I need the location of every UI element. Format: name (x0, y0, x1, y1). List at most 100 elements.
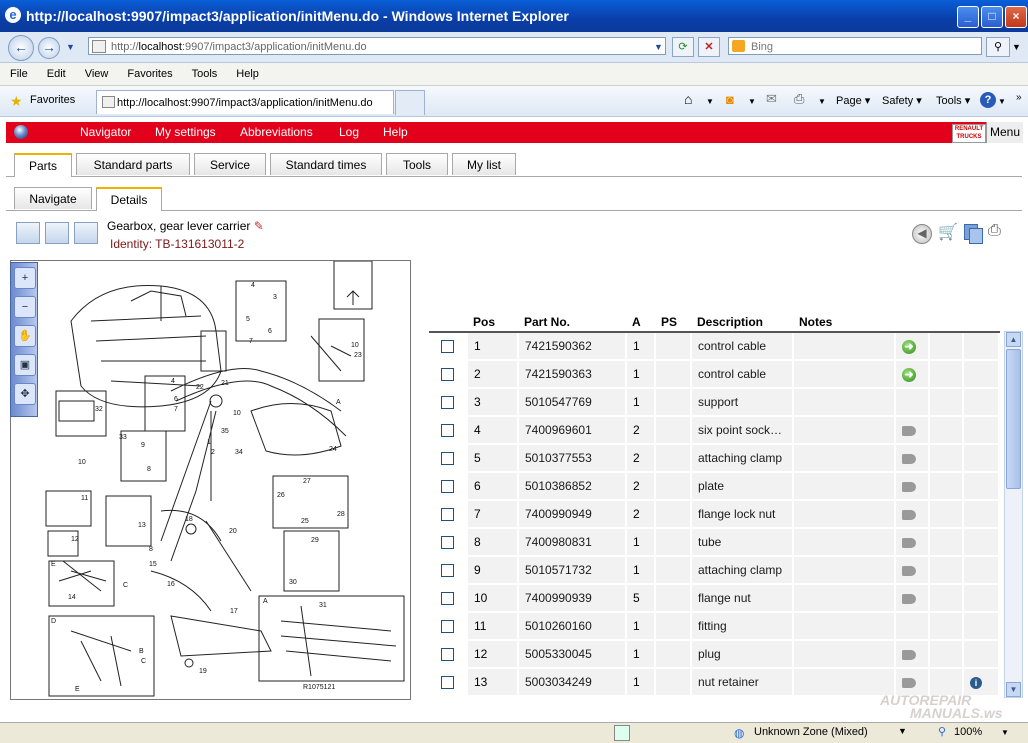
browser-tab[interactable]: http://localhost:9907/impact3/applicatio… (96, 90, 394, 114)
table-row[interactable]: 11 5010260160 1 fitting (429, 612, 1000, 641)
tab-my-list[interactable]: My list (452, 153, 516, 175)
safety-menu-button[interactable]: Safety ▾ (882, 94, 922, 107)
row-checkbox[interactable] (441, 452, 454, 466)
search-input[interactable]: Bing (728, 37, 982, 55)
home-icon[interactable]: ⌂ (684, 91, 692, 107)
zoom-in-icon[interactable]: + (14, 267, 36, 289)
table-row[interactable]: 1 7421590362 1 control cable ➜ (429, 332, 1000, 361)
nav-log[interactable]: Log (339, 125, 359, 139)
edit-note-icon[interactable]: ✎ (254, 219, 264, 233)
print-dropdown-icon[interactable]: ▼ (818, 97, 826, 106)
zoom-dropdown-icon[interactable]: ▼ (1001, 728, 1009, 737)
part-info-icon[interactable] (902, 425, 916, 436)
table-row[interactable]: 9 5010571732 1 attaching clamp (429, 556, 1000, 585)
nav-navigator[interactable]: Navigator (80, 125, 131, 139)
table-row[interactable]: 4 7400969601 2 six point sock… (429, 416, 1000, 445)
tab-details[interactable]: Details (96, 187, 162, 211)
scroll-down-icon[interactable]: ▼ (1006, 682, 1021, 697)
nav-my-settings[interactable]: My settings (155, 125, 216, 139)
header-part-no[interactable]: Part No. (518, 303, 626, 333)
address-dropdown-icon[interactable]: ▼ (654, 42, 663, 52)
table-row[interactable]: 8 7400980831 1 tube (429, 528, 1000, 557)
print-icon[interactable]: ⎙ (794, 91, 804, 107)
back-icon[interactable]: ← (8, 35, 34, 61)
menu-favorites[interactable]: Favorites (117, 63, 181, 85)
search-options-icon[interactable]: ▼ (1012, 42, 1021, 52)
parts-illustration[interactable]: 435 6 7 10 23 4 6 7 22 21 10 35 1 2 34 A 24 32 33 91… (10, 260, 411, 700)
zoom-out-icon[interactable]: − (14, 296, 36, 318)
part-info-icon[interactable] (902, 677, 916, 688)
home-dropdown-icon[interactable]: ▼ (706, 97, 714, 106)
security-zone[interactable]: Unknown Zone (Mixed) (754, 726, 868, 738)
close-icon[interactable]: × (1005, 6, 1027, 28)
go-arrow-icon[interactable]: ➜ (902, 339, 916, 354)
favorites-star-icon[interactable]: ★ (10, 93, 23, 110)
app-menu-button[interactable]: Menu (986, 122, 1023, 143)
globe-icon[interactable] (14, 125, 28, 139)
view-list-icon[interactable] (74, 222, 98, 244)
row-checkbox[interactable] (441, 620, 454, 634)
menu-file[interactable]: File (0, 63, 37, 85)
tab-navigate[interactable]: Navigate (14, 187, 92, 209)
table-row[interactable]: 12 5005330045 1 plug (429, 640, 1000, 669)
header-ps[interactable]: PS (655, 303, 691, 333)
row-checkbox[interactable] (441, 340, 454, 354)
table-row[interactable]: 3 5010547769 1 support (429, 388, 1000, 417)
part-info-icon[interactable] (902, 509, 916, 520)
row-checkbox[interactable] (441, 536, 454, 550)
minimize-icon[interactable]: _ (957, 6, 979, 28)
toolbar-overflow-icon[interactable]: » (1016, 92, 1022, 103)
tab-service[interactable]: Service (194, 153, 266, 175)
row-checkbox[interactable] (441, 648, 454, 662)
help-icon[interactable]: ? (980, 92, 996, 108)
page-menu-button[interactable]: Page ▾ (836, 94, 870, 107)
info-icon[interactable]: i (970, 677, 982, 689)
table-row[interactable]: 10 7400990939 5 flange nut (429, 584, 1000, 613)
forward-icon[interactable]: → (38, 37, 60, 59)
pan-hand-icon[interactable]: ✋ (14, 325, 36, 347)
row-checkbox[interactable] (441, 368, 454, 382)
part-info-icon[interactable] (902, 649, 916, 660)
back-arrow-icon[interactable]: ◀ (912, 224, 932, 244)
part-info-icon[interactable] (902, 537, 916, 548)
help-dropdown-icon[interactable]: ▼ (998, 97, 1006, 106)
table-row[interactable]: 2 7421590363 1 control cable ➜ (429, 360, 1000, 389)
search-icon[interactable]: ⚲ (986, 37, 1010, 57)
stop-icon[interactable]: ✕ (698, 37, 720, 57)
row-checkbox[interactable] (441, 676, 454, 690)
part-info-icon[interactable] (902, 593, 916, 604)
new-tab-button[interactable] (395, 90, 425, 115)
menu-edit[interactable]: Edit (37, 63, 75, 85)
part-info-icon[interactable] (902, 453, 916, 464)
nav-abbreviations[interactable]: Abbreviations (240, 125, 313, 139)
table-row[interactable]: 7 7400990949 2 flange lock nut (429, 500, 1000, 529)
tab-standard-times[interactable]: Standard times (270, 153, 382, 175)
part-info-icon[interactable] (902, 565, 916, 576)
view-both-icon[interactable] (16, 222, 40, 244)
scroll-thumb[interactable] (1006, 349, 1021, 489)
nav-help[interactable]: Help (383, 125, 408, 139)
tools-menu-button[interactable]: Tools ▾ (936, 94, 970, 107)
row-checkbox[interactable] (441, 480, 454, 494)
print-page-icon[interactable]: ⎙ (988, 222, 1010, 242)
header-description[interactable]: Description (691, 303, 793, 333)
feeds-icon[interactable]: ◙ (726, 92, 734, 107)
table-row[interactable]: 6 5010386852 2 plate (429, 472, 1000, 501)
row-checkbox[interactable] (441, 592, 454, 606)
view-picture-icon[interactable] (45, 222, 69, 244)
row-checkbox[interactable] (441, 424, 454, 438)
tab-standard-parts[interactable]: Standard parts (76, 153, 190, 175)
reset-view-icon[interactable]: ✥ (14, 383, 36, 405)
row-checkbox[interactable] (441, 396, 454, 410)
table-scrollbar[interactable]: ▲ ▼ (1004, 331, 1023, 698)
address-bar-input[interactable]: http://localhost:9907/impact3/applicatio… (88, 37, 666, 55)
favorites-button[interactable]: Favorites (30, 94, 75, 106)
cart-icon[interactable]: 🛒 (938, 222, 960, 242)
protected-mode-dropdown-icon[interactable]: ▼ (898, 726, 907, 736)
tab-tools[interactable]: Tools (386, 153, 448, 175)
history-dropdown-icon[interactable]: ▼ (66, 42, 75, 52)
feeds-dropdown-icon[interactable]: ▼ (748, 97, 756, 106)
tab-parts[interactable]: Parts (14, 153, 72, 177)
header-a[interactable]: A (626, 303, 655, 333)
part-info-icon[interactable] (902, 481, 916, 492)
